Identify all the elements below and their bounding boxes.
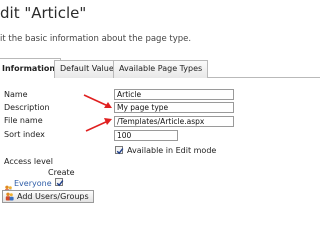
sort-index-field[interactable]: 100 (114, 130, 178, 141)
tab-information[interactable]: Information (0, 58, 62, 79)
tab-bar: Information Default Values Available Pag… (0, 58, 320, 79)
edit-mode-checkbox[interactable] (115, 146, 124, 155)
name-field[interactable]: Article (114, 89, 234, 100)
description-field[interactable]: My page type (114, 102, 234, 113)
name-label: Name (4, 90, 28, 99)
page-subtitle: it the basic information about the page … (0, 34, 192, 44)
checkmark-icon (116, 148, 124, 155)
tab-available-page-types[interactable]: Available Page Types (113, 60, 209, 78)
file-name-label: File name (4, 116, 43, 125)
checkmark-icon (56, 180, 64, 187)
description-label: Description (4, 103, 50, 112)
everyone-create-checkbox[interactable] (55, 178, 64, 187)
add-users-groups-button[interactable]: Add Users/Groups (2, 190, 94, 203)
everyone-group-link[interactable]: Everyone (14, 179, 52, 188)
sort-index-label: Sort index (4, 130, 45, 139)
add-users-groups-label: Add Users/Groups (17, 192, 89, 201)
page-title: dit "Article" (0, 4, 87, 22)
group-icon (4, 179, 13, 194)
create-column-header: Create (48, 168, 75, 177)
access-level-heading: Access level (4, 157, 53, 166)
file-name-field[interactable]: /Templates/Article.aspx (114, 116, 234, 127)
edit-mode-label: Available in Edit mode (127, 146, 217, 155)
add-users-icon (5, 192, 15, 204)
